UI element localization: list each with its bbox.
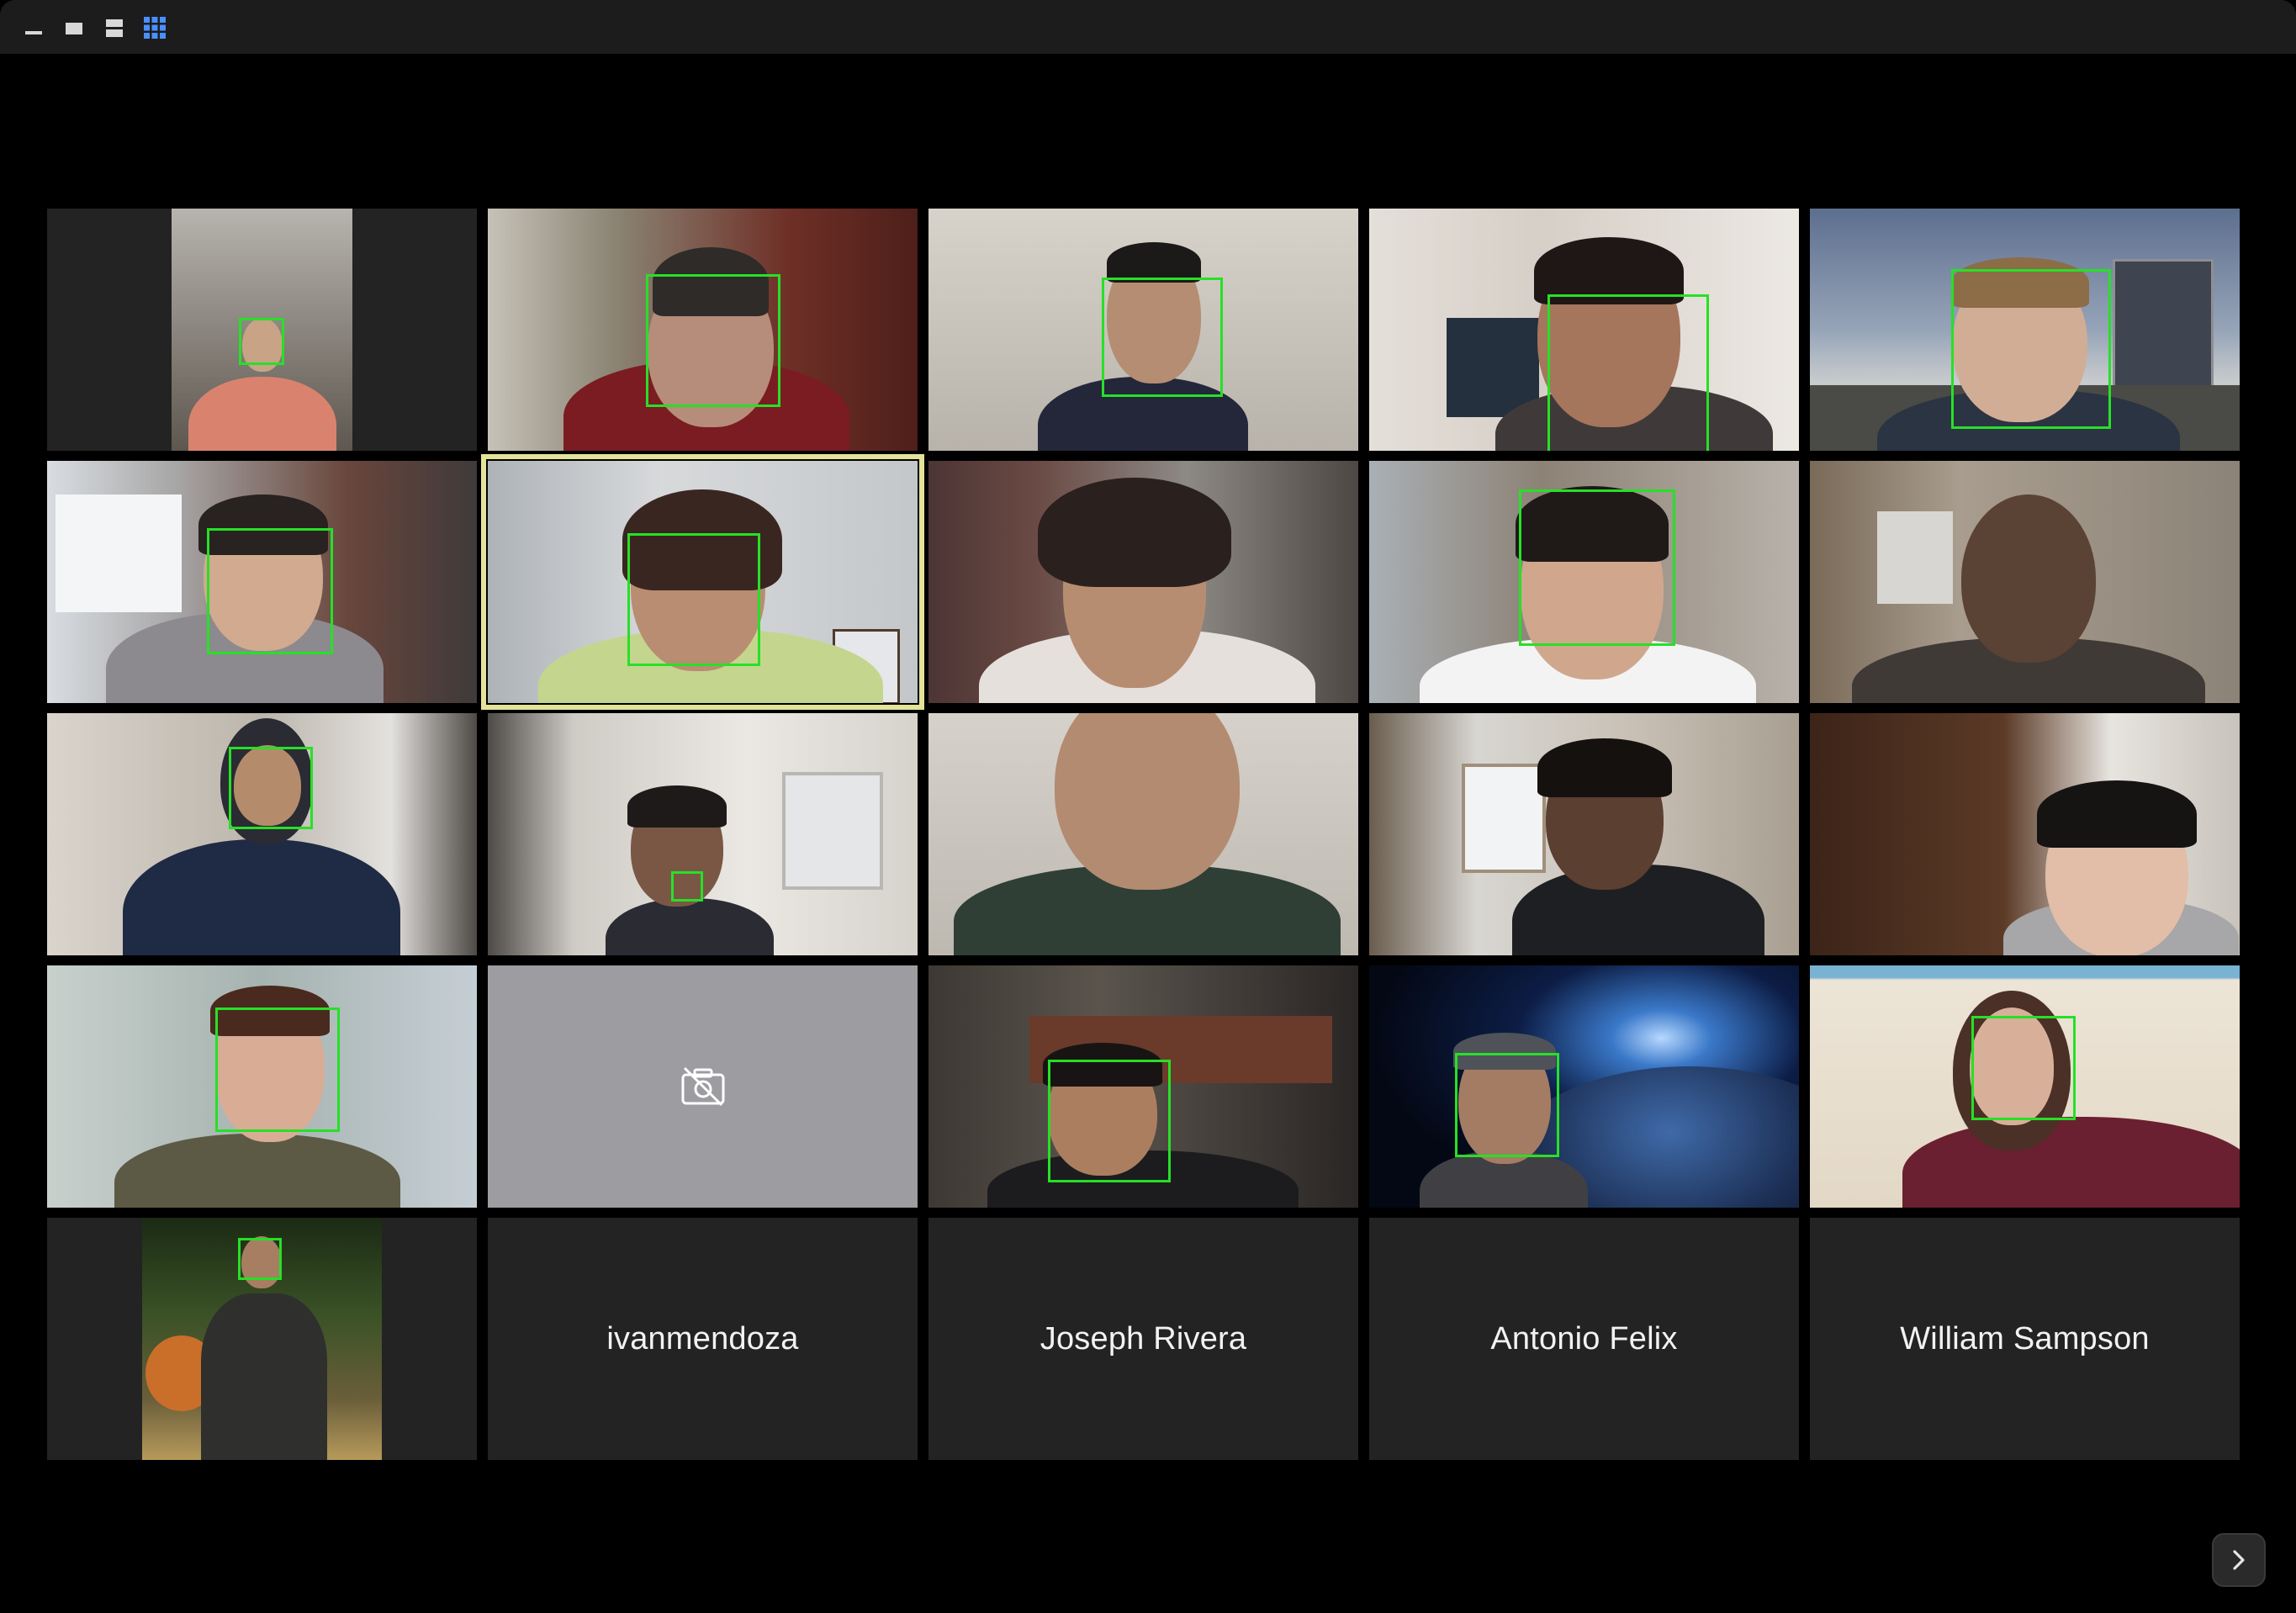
participant-tile[interactable] bbox=[928, 965, 1358, 1208]
participant-video bbox=[1369, 965, 1799, 1208]
participant-tile[interactable] bbox=[1810, 209, 2240, 451]
face-detection-box bbox=[627, 533, 760, 666]
participant-tile[interactable] bbox=[47, 209, 477, 451]
participant-video bbox=[1810, 209, 2240, 451]
participant-tile-camera-off[interactable] bbox=[488, 965, 918, 1208]
face-detection-box bbox=[229, 747, 313, 829]
participant-tile-active-speaker[interactable] bbox=[481, 454, 924, 710]
face-detection-box bbox=[646, 274, 780, 407]
participant-tile[interactable] bbox=[47, 965, 477, 1208]
participant-tile[interactable] bbox=[47, 1218, 477, 1460]
camera-off-placeholder bbox=[488, 965, 918, 1208]
participant-name: Joseph Rivera bbox=[1040, 1320, 1247, 1357]
face-detection-box bbox=[1102, 278, 1223, 397]
face-detection-box bbox=[1971, 1016, 2076, 1120]
camera-off-icon bbox=[681, 1066, 724, 1107]
meeting-window: ivanmendoza Joseph Rivera Antonio Felix … bbox=[0, 0, 2296, 1613]
face-detection-box bbox=[238, 1238, 282, 1280]
participant-tile[interactable] bbox=[1369, 209, 1799, 451]
participant-video bbox=[47, 713, 477, 955]
participant-tile-name-only[interactable]: William Sampson bbox=[1810, 1218, 2240, 1460]
view-controls bbox=[22, 15, 167, 40]
participant-tile[interactable] bbox=[928, 209, 1358, 451]
participant-video bbox=[1810, 965, 2240, 1208]
participant-tile[interactable] bbox=[1810, 965, 2240, 1208]
participant-tile[interactable] bbox=[1810, 461, 2240, 703]
participant-video bbox=[928, 209, 1358, 451]
chevron-right-icon bbox=[2233, 1550, 2245, 1570]
face-detection-box bbox=[1951, 269, 2111, 429]
participant-video bbox=[172, 209, 352, 451]
participant-video bbox=[1369, 713, 1799, 955]
gallery-grid: ivanmendoza Joseph Rivera Antonio Felix … bbox=[47, 209, 2240, 1460]
participant-video bbox=[1810, 461, 2240, 703]
participant-tile[interactable] bbox=[47, 461, 477, 703]
participant-tile[interactable] bbox=[1369, 965, 1799, 1208]
participant-video bbox=[928, 713, 1358, 955]
participant-tile[interactable] bbox=[488, 713, 918, 955]
participant-tile[interactable] bbox=[1369, 713, 1799, 955]
participant-video bbox=[142, 1218, 382, 1460]
participant-video bbox=[488, 461, 918, 703]
participant-tile[interactable] bbox=[1810, 713, 2240, 955]
participant-name: William Sampson bbox=[1900, 1320, 2150, 1357]
face-detection-box bbox=[1519, 489, 1675, 646]
participant-name: ivanmendoza bbox=[606, 1320, 799, 1357]
next-page-button[interactable] bbox=[2212, 1533, 2266, 1587]
participant-tile-name-only[interactable]: Joseph Rivera bbox=[928, 1218, 1358, 1460]
participant-tile[interactable] bbox=[47, 713, 477, 955]
participant-video bbox=[47, 965, 477, 1208]
participant-video bbox=[1369, 461, 1799, 703]
participant-tile-name-only[interactable]: ivanmendoza bbox=[488, 1218, 918, 1460]
participant-tile[interactable] bbox=[1369, 461, 1799, 703]
participant-tile[interactable] bbox=[928, 713, 1358, 955]
speaker-view-icon[interactable] bbox=[62, 16, 86, 40]
face-detection-box bbox=[671, 871, 703, 902]
minimize-bar-icon[interactable] bbox=[22, 16, 45, 40]
title-bar bbox=[0, 0, 2296, 54]
participant-video bbox=[47, 461, 477, 703]
gallery-view-icon[interactable] bbox=[143, 16, 167, 40]
participant-video bbox=[488, 713, 918, 955]
face-detection-box bbox=[1048, 1060, 1171, 1182]
participant-video bbox=[1810, 713, 2240, 955]
participant-video bbox=[1369, 209, 1799, 451]
face-detection-box bbox=[215, 1007, 340, 1132]
face-detection-box bbox=[1547, 294, 1709, 451]
participant-name: Antonio Felix bbox=[1490, 1320, 1678, 1357]
participant-video bbox=[928, 965, 1358, 1208]
face-detection-box bbox=[239, 318, 284, 365]
participant-video bbox=[928, 461, 1358, 703]
participant-tile[interactable] bbox=[488, 209, 918, 451]
strip-view-icon[interactable] bbox=[103, 16, 126, 40]
face-detection-box bbox=[1455, 1053, 1559, 1157]
participant-video bbox=[488, 209, 918, 451]
participant-tile[interactable] bbox=[928, 461, 1358, 703]
face-detection-box bbox=[207, 528, 333, 654]
participant-tile-name-only[interactable]: Antonio Felix bbox=[1369, 1218, 1799, 1460]
